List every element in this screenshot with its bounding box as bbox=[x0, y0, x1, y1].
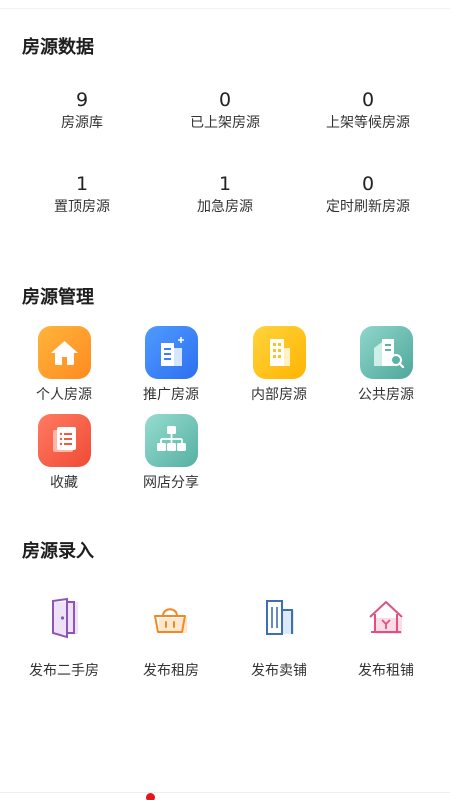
tile-label: 网店分享 bbox=[143, 475, 199, 491]
stat-label: 已上架房源 bbox=[190, 115, 260, 131]
building-search-icon bbox=[359, 326, 413, 379]
stat-label: 加急房源 bbox=[197, 199, 253, 215]
stat-label: 上架等候房源 bbox=[326, 115, 410, 131]
stat-value: 0 bbox=[361, 89, 375, 111]
stat-waiting[interactable]: 0 上架等候房源 bbox=[293, 89, 443, 132]
tall-building-icon bbox=[255, 596, 303, 644]
tile-internal-listings[interactable]: 内部房源 bbox=[225, 326, 333, 404]
tile-shop-share[interactable]: 网店分享 bbox=[117, 414, 225, 492]
stat-value: 0 bbox=[218, 89, 232, 111]
top-divider bbox=[0, 8, 450, 9]
publish-rental[interactable]: 发布租房 bbox=[117, 596, 225, 680]
tile-label: 公共房源 bbox=[358, 387, 414, 403]
tile-label: 内部房源 bbox=[251, 387, 307, 403]
stat-value: 9 bbox=[75, 89, 89, 111]
collection-list-icon bbox=[37, 414, 91, 467]
tile-favorites[interactable]: 收藏 bbox=[10, 414, 118, 492]
section-title-manage: 房源管理 bbox=[22, 287, 94, 308]
tile-label: 收藏 bbox=[50, 475, 78, 491]
basket-icon bbox=[147, 596, 195, 644]
publish-shop-sale[interactable]: 发布卖铺 bbox=[225, 596, 333, 680]
stat-label: 置顶房源 bbox=[54, 199, 110, 215]
publish-shop-rent[interactable]: 发布租铺 bbox=[332, 596, 440, 680]
bottom-tab-bar bbox=[0, 792, 450, 800]
house-icon bbox=[37, 326, 91, 379]
stat-urgent[interactable]: 1 加急房源 bbox=[150, 173, 300, 216]
section-title-entry: 房源录入 bbox=[22, 541, 94, 562]
entry-label: 发布二手房 bbox=[29, 663, 99, 679]
stat-house-library[interactable]: 9 房源库 bbox=[7, 89, 157, 132]
entry-label: 发布租房 bbox=[143, 663, 199, 679]
stat-label: 房源库 bbox=[61, 115, 103, 131]
office-building-icon bbox=[252, 326, 306, 379]
org-tree-icon bbox=[144, 414, 198, 467]
door-icon bbox=[40, 596, 88, 644]
section-title-data: 房源数据 bbox=[22, 37, 94, 58]
stat-scheduled-refresh[interactable]: 0 定时刷新房源 bbox=[293, 173, 443, 216]
stat-value: 1 bbox=[75, 173, 89, 195]
publish-second-hand[interactable]: 发布二手房 bbox=[10, 596, 118, 680]
notification-dot bbox=[146, 793, 155, 800]
tile-public-listings[interactable]: 公共房源 bbox=[332, 326, 440, 404]
stat-listed[interactable]: 0 已上架房源 bbox=[150, 89, 300, 132]
tile-personal-listings[interactable]: 个人房源 bbox=[10, 326, 118, 404]
tile-promoted-listings[interactable]: 推广房源 bbox=[117, 326, 225, 404]
tile-label: 推广房源 bbox=[143, 387, 199, 403]
entry-label: 发布卖铺 bbox=[251, 663, 307, 679]
home-shop-icon bbox=[362, 596, 410, 644]
stat-value: 0 bbox=[361, 173, 375, 195]
stat-value: 1 bbox=[218, 173, 232, 195]
stat-label: 定时刷新房源 bbox=[326, 199, 410, 215]
stat-pinned[interactable]: 1 置顶房源 bbox=[7, 173, 157, 216]
entry-label: 发布租铺 bbox=[358, 663, 414, 679]
tile-label: 个人房源 bbox=[36, 387, 92, 403]
building-plus-icon bbox=[144, 326, 198, 379]
